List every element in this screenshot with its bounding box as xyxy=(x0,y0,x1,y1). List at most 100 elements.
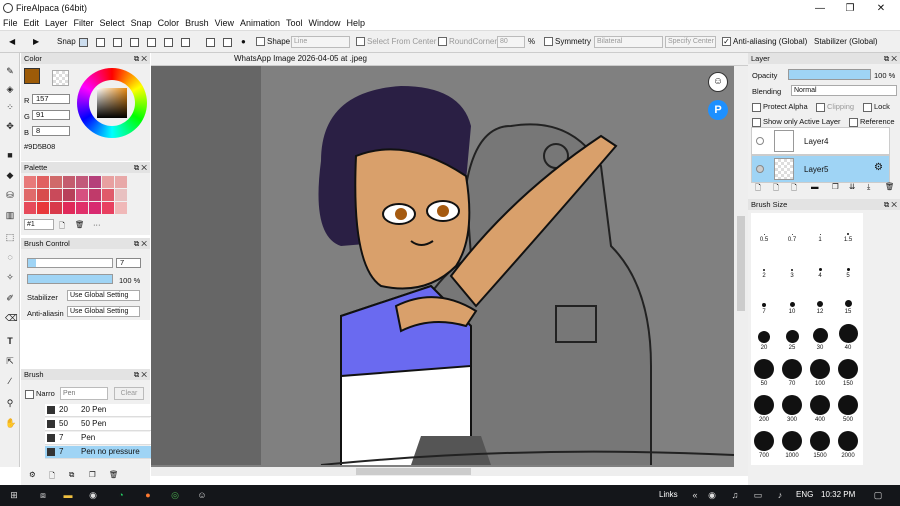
snap-circle-icon[interactable] xyxy=(164,38,173,47)
panel-menu-icon[interactable]: ⧉ ✕ xyxy=(134,238,147,249)
snap-settings-icon[interactable] xyxy=(223,38,232,47)
brush-size-option[interactable]: 500 xyxy=(835,393,861,427)
palette-swatch[interactable] xyxy=(24,202,36,214)
anti-aliasing-checkbox[interactable]: Anti-aliasing (Global) xyxy=(722,36,807,48)
brush-size-option[interactable]: 2000 xyxy=(835,429,861,463)
brush-size-option[interactable]: 20 xyxy=(751,321,777,355)
g-input[interactable]: 91 xyxy=(32,110,70,120)
palette-swatch[interactable] xyxy=(50,189,62,201)
windows-start-icon[interactable]: ⊞ xyxy=(8,489,20,501)
fill-tool-icon[interactable]: ◆ xyxy=(5,170,15,180)
firealpaca-taskbar-icon[interactable]: ☺ xyxy=(196,489,208,501)
brush-settings-icon[interactable]: ⚙ xyxy=(29,470,36,479)
brush-search-input[interactable] xyxy=(60,387,108,400)
menu-edit[interactable]: Edit xyxy=(21,17,43,30)
protect-alpha-checkbox[interactable]: Protect Alpha xyxy=(752,102,808,112)
panel-menu-icon[interactable]: ⧉ ✕ xyxy=(134,162,147,173)
brush-size-option[interactable]: 3 xyxy=(779,249,805,283)
transparent-color-swatch[interactable] xyxy=(52,70,69,86)
hand-tool-icon[interactable]: ✋ xyxy=(5,418,16,428)
color-wheel[interactable] xyxy=(77,68,147,138)
select-eraser-icon[interactable]: ⌫ xyxy=(5,313,18,323)
brush-size-option[interactable]: 400 xyxy=(807,393,833,427)
layer-row-active[interactable]: Layer5 ⚙ xyxy=(751,155,890,183)
expand-right-icon[interactable]: ▶ xyxy=(33,36,39,48)
document-tab[interactable]: WhatsApp Image 2026-04-05 at .jpeg xyxy=(151,53,748,66)
brush-size-option[interactable]: 5 xyxy=(835,249,861,283)
whatsapp-icon[interactable]: ◔ xyxy=(115,489,127,501)
stabilizer-global-label[interactable]: Stabilizer (Global) xyxy=(814,36,878,48)
move-tool-icon[interactable]: ✥ xyxy=(5,121,15,131)
round-corner-checkbox[interactable]: RoundCorner xyxy=(438,36,497,48)
brush-size-option[interactable]: 700 xyxy=(751,429,777,463)
brush-list-item[interactable]: 7 Pen xyxy=(45,432,155,445)
brush-size-option[interactable]: 15 xyxy=(835,285,861,319)
stabilizer-dropdown[interactable]: Use Global Setting xyxy=(67,290,140,301)
b-input[interactable]: 8 xyxy=(32,126,70,136)
palette-swatch[interactable] xyxy=(50,202,62,214)
dot-tool-icon[interactable]: ⁘ xyxy=(5,102,15,112)
minimize-button[interactable]: — xyxy=(805,0,835,17)
panel-menu-icon[interactable]: ⧉ ✕ xyxy=(884,53,897,64)
copy-brush-icon[interactable]: ❐ xyxy=(89,470,96,479)
brush-size-option[interactable]: 7 xyxy=(751,285,777,319)
palette-swatch[interactable] xyxy=(102,176,114,188)
task-view-icon[interactable]: ⧈ xyxy=(37,489,49,501)
brush-size-input[interactable]: 7 xyxy=(116,258,141,268)
import-brush-icon[interactable]: ⧉ xyxy=(69,470,74,480)
brush-size-option[interactable]: 30 xyxy=(807,321,833,355)
lasso-tool-icon[interactable]: ◌ xyxy=(5,252,15,262)
select-from-center-checkbox[interactable]: Select From Center xyxy=(356,36,436,48)
brush-tool-icon[interactable]: ✎ xyxy=(5,66,15,76)
reference-checkbox[interactable]: Reference xyxy=(849,117,895,127)
menu-snap[interactable]: Snap xyxy=(128,17,155,30)
notifications-icon[interactable]: ▢ xyxy=(872,489,884,501)
brush-size-option[interactable]: 12 xyxy=(807,285,833,319)
symmetry-checkbox[interactable]: Symmetry xyxy=(544,36,591,48)
brush-size-option[interactable]: 1000 xyxy=(779,429,805,463)
palette-swatch[interactable] xyxy=(89,189,101,201)
narrow-checkbox[interactable]: Narro xyxy=(25,389,55,399)
brush-list-item[interactable]: 50 50 Pen xyxy=(45,418,155,431)
palette-swatch[interactable] xyxy=(24,189,36,201)
delete-palette-icon[interactable]: 🗑 xyxy=(75,220,85,229)
brush-size-option[interactable]: 0.7 xyxy=(779,213,805,247)
layer-opacity-slider[interactable] xyxy=(788,69,871,80)
new-1bit-layer-icon[interactable]: 🗋 xyxy=(791,182,797,195)
horizontal-scrollbar[interactable] xyxy=(151,467,748,476)
close-button[interactable]: ✕ xyxy=(866,0,896,17)
bucket-tool-icon[interactable]: ⛁ xyxy=(5,190,15,200)
palette-swatch[interactable] xyxy=(37,189,49,201)
firefox-icon[interactable]: ● xyxy=(142,489,154,501)
specify-center-button[interactable]: Specify Center xyxy=(665,36,716,48)
panel-menu-icon[interactable]: ⧉ ✕ xyxy=(134,369,147,380)
clock[interactable]: 10:32 PM xyxy=(821,490,855,499)
brush-list-item-selected[interactable]: 7 Pen no pressure xyxy=(45,446,155,459)
palette-swatch[interactable] xyxy=(63,189,75,201)
menu-filter[interactable]: Filter xyxy=(71,17,97,30)
brush-size-option[interactable]: 2 xyxy=(751,249,777,283)
file-explorer-icon[interactable]: ▬ xyxy=(62,489,74,501)
snap-dot-icon[interactable]: ● xyxy=(241,36,246,48)
primary-color-swatch[interactable] xyxy=(24,68,40,84)
snap-crisscross-icon[interactable] xyxy=(113,38,122,47)
brush-size-option[interactable]: 50 xyxy=(751,357,777,391)
delete-layer-icon[interactable]: 🗑 xyxy=(885,182,895,191)
menu-layer[interactable]: Layer xyxy=(42,17,71,30)
battery-icon[interactable]: ▭ xyxy=(752,489,764,501)
brush-size-option[interactable]: 0.5 xyxy=(751,213,777,247)
palette-swatch[interactable] xyxy=(63,176,75,188)
tray-chevron-icon[interactable]: « xyxy=(689,489,701,501)
duplicate-layer-icon[interactable]: ❐ xyxy=(832,182,839,191)
palette-swatch[interactable] xyxy=(115,202,127,214)
delete-brush-icon[interactable]: 🗑 xyxy=(109,470,119,479)
palette-swatch[interactable] xyxy=(115,176,127,188)
menu-tool[interactable]: Tool xyxy=(283,17,306,30)
brush-opacity-slider[interactable] xyxy=(27,274,113,284)
pixiv-icon[interactable]: P xyxy=(708,100,728,120)
brush-size-option[interactable]: 4 xyxy=(807,249,833,283)
shape-checkbox[interactable]: Shape xyxy=(256,36,290,48)
chrome-icon[interactable]: ◎ xyxy=(169,489,181,501)
brush-size-option[interactable]: 1 xyxy=(807,213,833,247)
headphones-icon[interactable]: ♫ xyxy=(729,489,741,501)
